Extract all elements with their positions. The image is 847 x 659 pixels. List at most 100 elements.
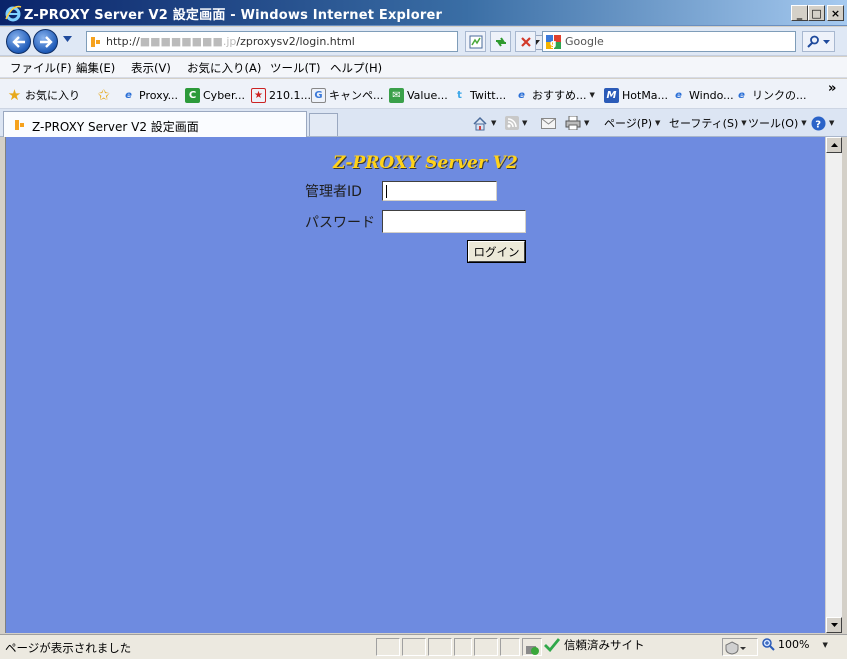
tools-menu-label: ツール(O) <box>748 117 799 130</box>
fav-link-links[interactable]: e リンクの... <box>734 86 806 104</box>
forward-button[interactable] <box>33 29 58 54</box>
maximize-button[interactable]: □ <box>808 5 825 21</box>
ie-page-icon: e <box>738 89 745 101</box>
msn-site-icon: M <box>604 87 619 103</box>
add-to-favorites-bar-button[interactable]: ✩ <box>96 86 111 104</box>
address-bar[interactable]: http://■■■■■■■■.jp/zproxysv2/login.html <box>86 31 543 52</box>
fav-link-proxy[interactable]: e Proxy... <box>121 86 178 104</box>
back-arrow-icon <box>11 35 25 48</box>
tab-active[interactable]: Z-PROXY Server V2 設定画面 <box>3 111 307 137</box>
search-icon <box>807 35 819 48</box>
favorites-star-icon: ★ <box>7 86 22 104</box>
page-title: Z-PROXY Server V2 <box>333 153 518 173</box>
fav-link-210[interactable]: ★ 210.1... <box>251 86 311 104</box>
google-logo-icon: g <box>546 35 561 49</box>
stop-button[interactable] <box>515 31 536 52</box>
print-button[interactable]: ▼ <box>565 114 589 132</box>
window-title: Z-PROXY Server V2 設定画面 - Windows Interne… <box>24 8 443 23</box>
menu-file[interactable]: ファイル(F) <box>10 60 72 76</box>
fav-link-value[interactable]: ✉ Value... <box>389 86 448 104</box>
ie-page-icon: e <box>125 89 132 101</box>
refresh-button[interactable] <box>490 31 511 52</box>
vertical-scrollbar[interactable] <box>825 137 842 633</box>
red-star-site-icon: ★ <box>251 87 266 103</box>
safety-menu-button[interactable]: セーフティ(S) ▼ <box>669 114 747 132</box>
tools-menu-button[interactable]: ツール(O) ▼ <box>748 114 807 132</box>
fav-link-twitter[interactable]: t Twitt... <box>452 86 506 104</box>
security-zone-indicator[interactable]: 信頼済みサイト <box>544 637 645 653</box>
zoom-level: 100% <box>778 638 810 651</box>
scroll-down-button[interactable] <box>826 617 842 633</box>
menu-favorites[interactable]: お気に入り(A) <box>187 60 261 76</box>
help-button[interactable]: ? ▼ <box>811 114 834 132</box>
stop-icon <box>520 36 531 47</box>
search-button[interactable] <box>802 31 835 52</box>
checkmark-icon <box>544 638 560 652</box>
search-placeholder: Google <box>565 35 604 48</box>
scroll-up-button[interactable] <box>826 137 842 153</box>
search-options-chevron-icon <box>823 39 830 44</box>
status-pane <box>474 638 498 656</box>
chevron-down-icon: ▼ <box>589 91 595 99</box>
feeds-button[interactable]: ▼ <box>505 114 527 132</box>
refresh-icon <box>495 36 506 47</box>
ie-page-icon: e <box>518 89 525 101</box>
menu-help[interactable]: ヘルプ(H) <box>330 60 382 76</box>
chevron-down-icon: ▼ <box>822 640 828 649</box>
status-pane <box>376 638 400 656</box>
magnifier-icon <box>762 638 775 651</box>
favorites-label: お気に入り <box>25 89 80 102</box>
menu-bar: ファイル(F) 編集(E) 表示(V) お気に入り(A) ツール(T) ヘルプ(… <box>0 57 847 78</box>
menu-tools[interactable]: ツール(T) <box>270 60 321 76</box>
read-mail-button[interactable] <box>541 114 556 132</box>
menu-edit[interactable]: 編集(E) <box>76 60 115 76</box>
zoom-control[interactable]: 100% ▼ <box>762 638 828 651</box>
page-menu-label: ページ(P) <box>604 117 652 130</box>
window-title-bar[interactable]: Z-PROXY Server V2 設定画面 - Windows Interne… <box>0 0 847 26</box>
masked-host: ■■■■■■■■.jp <box>139 35 237 48</box>
close-button[interactable]: × <box>827 5 844 21</box>
chevron-down-icon: ▼ <box>801 119 807 127</box>
mail-site-icon: ✉ <box>389 87 404 103</box>
fav-link-recommended[interactable]: e おすすめ... ▼ <box>514 86 595 104</box>
status-pane <box>454 638 472 656</box>
minimize-icon: _ <box>796 6 803 20</box>
fav-link-campaign[interactable]: G キャンペ... <box>311 86 384 104</box>
fav-link-cyber[interactable]: C Cyber... <box>185 86 245 104</box>
tab-label: Z-PROXY Server V2 設定画面 <box>32 120 199 134</box>
status-pane <box>428 638 452 656</box>
address-toolbar: http://■■■■■■■■.jp/zproxysv2/login.html … <box>0 27 847 56</box>
chevron-down-icon: ▼ <box>584 119 590 127</box>
login-button[interactable]: ログイン <box>467 240 526 263</box>
fav-link-windows[interactable]: e Windo... <box>671 86 734 104</box>
security-zone-label: 信頼済みサイト <box>564 638 645 652</box>
recent-pages-dropdown-icon[interactable] <box>63 36 72 42</box>
addons-tools-icon <box>526 646 539 655</box>
search-box[interactable]: g Google <box>542 31 796 52</box>
compatibility-view-button[interactable] <box>465 31 486 52</box>
status-text: ページが表示されました <box>5 641 132 655</box>
menu-view[interactable]: 表示(V) <box>131 60 171 76</box>
chevron-down-icon: ▼ <box>522 119 528 127</box>
favorites-center-button[interactable]: ★ お気に入り <box>7 86 80 104</box>
page-menu-button[interactable]: ページ(P) ▼ <box>604 114 660 132</box>
password-input[interactable] <box>382 210 526 233</box>
forward-arrow-icon <box>39 35 53 48</box>
admin-id-input[interactable] <box>382 181 497 201</box>
minimize-button[interactable]: _ <box>791 5 808 21</box>
compatibility-view-icon <box>469 35 482 48</box>
address-url: http://■■■■■■■■.jp/zproxysv2/login.html <box>106 35 355 48</box>
close-icon: × <box>830 6 841 20</box>
fav-link-hotmail[interactable]: M HotMa... <box>604 86 668 104</box>
addons-pane[interactable] <box>522 638 542 656</box>
help-icon: ? <box>811 116 826 130</box>
home-button[interactable]: ▼ <box>472 114 496 132</box>
new-tab-button[interactable] <box>309 113 338 136</box>
ie-page-icon: e <box>675 89 682 101</box>
more-favorites-chevron-icon[interactable]: » <box>828 81 836 96</box>
scroll-down-arrow-icon <box>830 623 838 627</box>
rss-feed-icon <box>505 116 519 130</box>
protected-mode-button[interactable] <box>722 638 758 656</box>
back-button[interactable] <box>6 29 31 54</box>
chevron-down-icon: ▼ <box>491 119 497 127</box>
